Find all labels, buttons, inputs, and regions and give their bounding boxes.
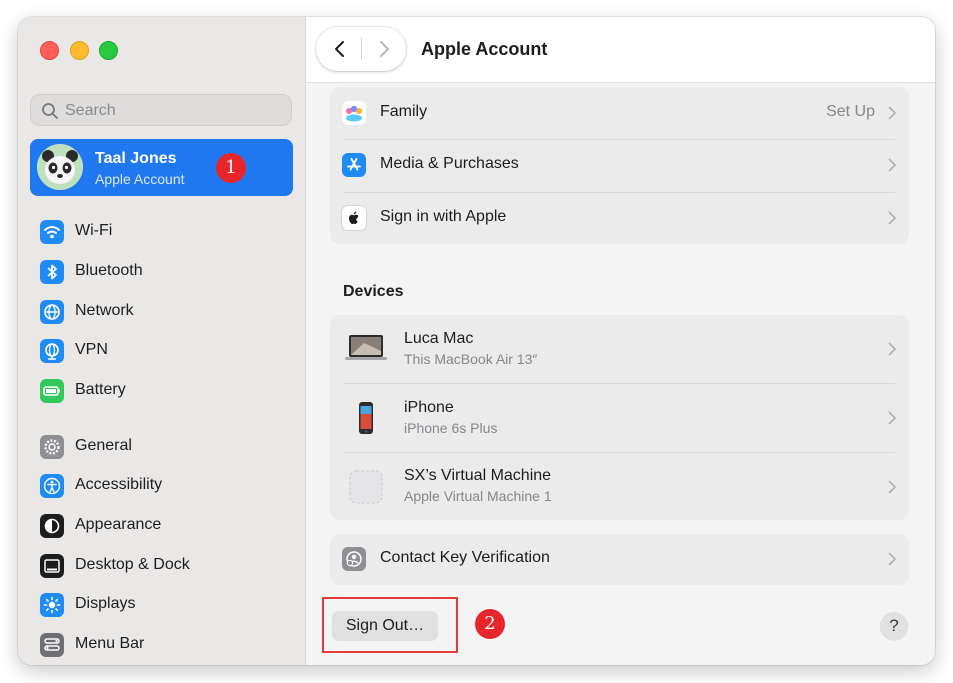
battery-icon — [40, 379, 64, 403]
navigation-buttons — [316, 27, 406, 71]
sun-icon — [40, 593, 64, 617]
sidebar-item-accessibility[interactable]: Accessibility — [40, 472, 290, 500]
panda-avatar-icon — [37, 144, 83, 190]
forward-button[interactable] — [374, 39, 394, 59]
device-row-iphone[interactable]: iPhone iPhone 6s Plus — [330, 384, 909, 452]
sidebar-item-wifi[interactable]: Wi-Fi — [40, 218, 290, 246]
sidebar-item-menu-bar[interactable]: Menu Bar — [40, 631, 290, 659]
sidebar-item-vpn[interactable]: VPN — [40, 337, 290, 365]
device-name: SX’s Virtual Machine — [404, 467, 552, 484]
services-group: Family Set Up Media & Purchases Sign in … — [330, 87, 909, 244]
sidebar-item-label: Wi-Fi — [75, 222, 113, 239]
avatar — [37, 144, 83, 190]
sidebar-item-network[interactable]: Network — [40, 298, 290, 326]
sidebar-item-battery[interactable]: Battery — [40, 377, 290, 405]
sidebar-item-desktop-dock[interactable]: Desktop & Dock — [40, 552, 290, 580]
contact-key-group: Contact Key Verification — [330, 534, 909, 585]
sidebar-item-bluetooth[interactable]: Bluetooth — [40, 258, 290, 286]
sidebar-item-label: Battery — [75, 381, 126, 398]
device-row-luca-mac[interactable]: Luca Mac This MacBook Air 13″ — [330, 315, 909, 383]
media-purchases-label: Media & Purchases — [380, 155, 519, 172]
macbook-icon — [345, 335, 387, 360]
family-value: Set Up — [826, 103, 875, 120]
devices-group: Luca Mac This MacBook Air 13″ iPhone iPh… — [330, 315, 909, 520]
device-detail: Apple Virtual Machine 1 — [404, 488, 552, 504]
device-detail: iPhone 6s Plus — [404, 420, 498, 436]
sidebar-item-label: Desktop & Dock — [75, 556, 190, 573]
devices-section-title: Devices — [343, 283, 404, 300]
vpn-globe-icon — [40, 339, 64, 363]
chevron-right-icon — [888, 552, 897, 566]
iphone-icon — [359, 402, 373, 434]
app-store-icon — [342, 153, 366, 177]
annotation-highlight-box — [322, 597, 458, 653]
globe-icon — [40, 300, 64, 324]
search-field[interactable]: Search — [30, 94, 292, 126]
contact-key-icon — [342, 547, 366, 571]
sign-in-with-apple-row[interactable]: Sign in with Apple — [330, 193, 909, 244]
sidebar-item-label: Appearance — [75, 516, 162, 533]
zoom-window-button[interactable] — [99, 41, 118, 60]
gear-icon — [40, 435, 64, 459]
account-name: Taal Jones — [95, 150, 177, 167]
media-purchases-row[interactable]: Media & Purchases — [330, 140, 909, 192]
family-row[interactable]: Family Set Up — [330, 87, 909, 139]
chevron-right-icon — [888, 342, 897, 356]
chevron-right-icon — [888, 411, 897, 425]
chevron-right-icon — [888, 158, 897, 172]
family-icon — [342, 101, 366, 125]
bluetooth-icon — [40, 260, 64, 284]
wifi-icon — [40, 220, 64, 244]
menu-bar-icon — [40, 633, 64, 657]
contact-key-verification-row[interactable]: Contact Key Verification — [330, 534, 909, 585]
device-row-virtual-machine[interactable]: SX’s Virtual Machine Apple Virtual Machi… — [330, 453, 909, 520]
device-name: Luca Mac — [404, 330, 474, 347]
chevron-right-icon — [888, 106, 897, 120]
sidebar-item-displays[interactable]: Displays — [40, 591, 290, 619]
sidebar-item-label: Accessibility — [75, 476, 163, 493]
back-button[interactable] — [330, 39, 350, 59]
annotation-badge-1: 1 — [216, 153, 246, 183]
accessibility-icon — [40, 474, 64, 498]
sidebar-item-appearance[interactable]: Appearance — [40, 512, 290, 540]
sign-in-with-apple-label: Sign in with Apple — [380, 208, 507, 225]
minimize-window-button[interactable] — [70, 41, 89, 60]
annotation-badge-2: 2 — [475, 609, 505, 639]
help-button[interactable]: ? — [880, 612, 908, 640]
toolbar: Apple Account — [306, 17, 935, 83]
sidebar-item-general[interactable]: General — [40, 433, 290, 461]
page-title: Apple Account — [421, 39, 548, 59]
virtual-machine-icon — [349, 470, 383, 504]
search-placeholder: Search — [65, 102, 116, 119]
search-icon — [42, 103, 58, 119]
sidebar-item-label: Network — [75, 302, 134, 319]
sidebar-item-label: Bluetooth — [75, 262, 143, 279]
device-detail: This MacBook Air 13″ — [404, 351, 538, 367]
chevron-right-icon — [888, 480, 897, 494]
nav-divider — [361, 38, 362, 60]
sidebar-item-label: General — [75, 437, 132, 454]
sidebar-item-label: VPN — [75, 341, 108, 358]
chevron-right-icon — [888, 211, 897, 225]
dock-icon — [40, 554, 64, 578]
account-subtitle: Apple Account — [95, 171, 185, 187]
sidebar-item-label: Displays — [75, 595, 136, 612]
apple-logo-icon — [342, 206, 366, 230]
contact-key-label: Contact Key Verification — [380, 549, 550, 566]
device-name: iPhone — [404, 399, 454, 416]
appearance-icon — [40, 514, 64, 538]
family-label: Family — [380, 103, 428, 120]
close-window-button[interactable] — [40, 41, 59, 60]
settings-window: Search Taal Jones Apple Account 1 Wi-Fi … — [18, 17, 935, 665]
sidebar-item-label: Menu Bar — [75, 635, 145, 652]
sidebar: Search Taal Jones Apple Account 1 Wi-Fi … — [18, 17, 306, 665]
sidebar-item-apple-account[interactable]: Taal Jones Apple Account 1 — [30, 139, 293, 196]
main-pane: Family Set Up Media & Purchases Sign in … — [306, 17, 935, 665]
